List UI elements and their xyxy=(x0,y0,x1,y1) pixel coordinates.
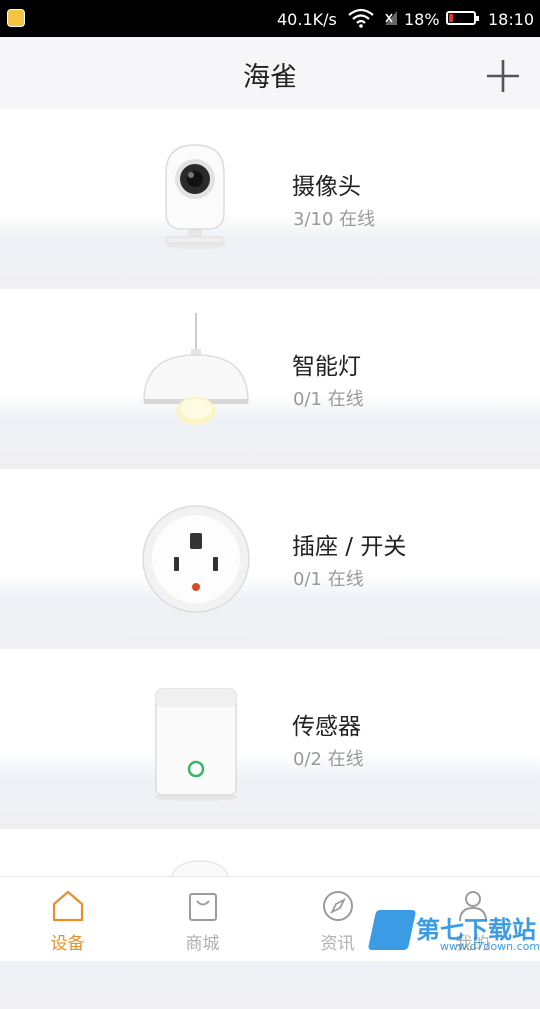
compass-icon xyxy=(322,891,353,921)
app-header: 海雀 xyxy=(0,37,540,109)
lamp-icon xyxy=(143,313,249,425)
watermark-url: www.d7down.com xyxy=(440,940,540,953)
signal-icon xyxy=(385,11,397,25)
nav-label: 商城 xyxy=(185,934,220,954)
watermark: 第七下载站 www.d7down.com xyxy=(367,904,540,956)
device-row-socket[interactable]: 插座 / 开关 0/1 在线 xyxy=(0,469,540,649)
device-status: 0/2 在线 xyxy=(293,749,364,770)
app-notification-icon xyxy=(7,9,25,27)
plus-icon[interactable] xyxy=(484,57,522,95)
device-status: 0/1 在线 xyxy=(293,389,364,410)
home-icon xyxy=(52,890,83,922)
sensor-icon xyxy=(154,688,238,801)
watermark-logo-icon xyxy=(367,910,417,950)
device-name: 传感器 xyxy=(292,714,361,740)
shopping-bag-icon xyxy=(188,893,217,921)
nav-item-devices[interactable]: 设备 xyxy=(0,877,135,961)
nav-label: 设备 xyxy=(50,934,85,954)
battery-icon xyxy=(446,11,479,25)
device-name: 智能灯 xyxy=(292,354,361,380)
wifi-icon xyxy=(348,8,374,28)
device-row-lamp[interactable]: 智能灯 0/1 在线 xyxy=(0,289,540,469)
device-status: 0/1 在线 xyxy=(293,569,364,590)
device-row-sensor[interactable]: 传感器 0/2 在线 xyxy=(0,649,540,829)
status-bar: 40.1K/s 18% 18:10 xyxy=(0,0,540,37)
device-name: 摄像头 xyxy=(292,174,361,200)
nav-item-store[interactable]: 商城 xyxy=(135,877,270,961)
camera-icon xyxy=(165,144,225,249)
device-name: 插座 / 开关 xyxy=(292,534,407,560)
battery-percent: 18% xyxy=(404,10,440,29)
device-row-camera[interactable]: 摄像头 3/10 在线 xyxy=(0,109,540,289)
socket-icon xyxy=(142,505,250,613)
device-status: 3/10 在线 xyxy=(293,209,376,230)
page-title: 海雀 xyxy=(243,62,297,93)
network-speed: 40.1K/s xyxy=(277,10,337,29)
clock: 18:10 xyxy=(488,10,535,29)
